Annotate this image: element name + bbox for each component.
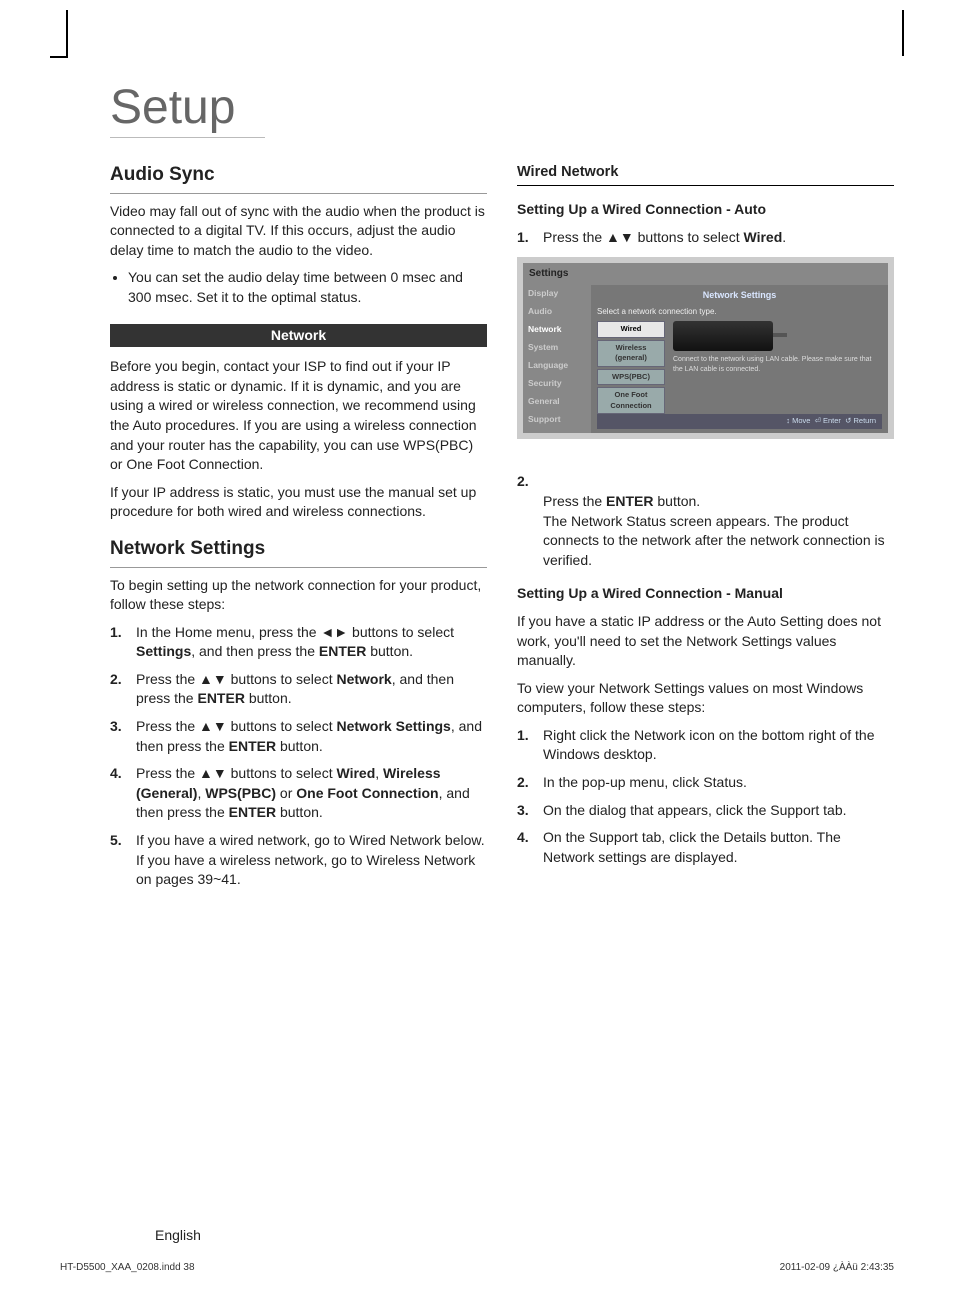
crop-mark-tl [50,10,68,58]
nav-general: General [523,393,591,411]
settings-options: Wired Wireless (general) WPS(PBC) One Fo… [597,321,665,414]
ns-step-5: 5. If you have a wired network, go to Wi… [110,831,487,890]
hint-enter-icon: ⏎ [813,416,823,425]
footer-file: HT-D5500_XAA_0208.indd 38 [60,1262,195,1273]
settings-option-desc: Connect to the network using LAN cable. … [669,321,882,414]
page: Setup Audio Sync Video may fall out of s… [0,0,954,1307]
section-bar-network: Network [110,324,487,348]
ns-step-3: 3. Press the ▲▼ buttons to select Networ… [110,717,487,756]
settings-screenshot: Settings Display Audio Network System La… [517,257,894,438]
footer-language: English [155,1227,201,1243]
nav-language: Language [523,357,591,375]
network-desc-1: Before you begin, contact your ISP to fi… [110,357,487,475]
opt-onefoot: One Foot Connection [597,387,665,414]
settings-main-title: Network Settings [597,289,882,302]
audio-delay-bullet: You can set the audio delay time between… [128,268,487,307]
nav-support: Support [523,411,591,429]
settings-window-title: Settings [523,263,888,285]
left-column: Audio Sync Video may fall out of sync wi… [110,148,487,898]
opt-wired: Wired [597,321,665,338]
settings-window: Settings Display Audio Network System La… [523,263,888,432]
nav-display: Display [523,285,591,303]
manual-steps: 1.Right click the Network icon on the bo… [517,726,894,868]
auto-step-1: 1. Press the ▲▼ buttons to select Wired. [517,228,894,248]
nav-network: Network [523,321,591,339]
ns-steps: 1. In the Home menu, press the ◄► button… [110,623,487,890]
ns-step-4: 4. Press the ▲▼ buttons to select Wired,… [110,764,487,823]
nav-audio: Audio [523,303,591,321]
manual-step-3: 3.On the dialog that appears, click the … [517,801,894,821]
ns-intro: To begin setting up the network connecti… [110,576,487,615]
footer-line: HT-D5500_XAA_0208.indd 38 2011-02-09 ¿ÀÀ… [60,1262,894,1273]
columns: Audio Sync Video may fall out of sync wi… [60,148,894,898]
ns-step-2: 2. Press the ▲▼ buttons to select Networ… [110,670,487,709]
heading-wired-network: Wired Network [517,162,894,186]
settings-options-row: Wired Wireless (general) WPS(PBC) One Fo… [597,321,882,414]
right-column: Wired Network Setting Up a Wired Connect… [517,148,894,898]
heading-wired-manual: Setting Up a Wired Connection - Manual [517,584,894,604]
opt-wireless: Wireless (general) [597,340,665,367]
hint-return-icon: ↺ [843,416,853,425]
manual-step-2: 2.In the pop-up menu, click Status. [517,773,894,793]
manual-desc-2: To view your Network Settings values on … [517,679,894,718]
manual-desc-1: If you have a static IP address or the A… [517,612,894,671]
nav-system: System [523,339,591,357]
settings-body: Display Audio Network System Language Se… [523,285,888,432]
network-desc-2: If your IP address is static, you must u… [110,483,487,522]
footer-date: 2011-02-09 ¿ÀÀü 2:43:35 [780,1262,894,1273]
opt-wps: WPS(PBC) [597,369,665,386]
audio-sync-desc: Video may fall out of sync with the audi… [110,202,487,261]
settings-nav: Display Audio Network System Language Se… [523,285,591,432]
manual-step-1: 1.Right click the Network icon on the bo… [517,726,894,765]
heading-wired-auto: Setting Up a Wired Connection - Auto [517,200,894,220]
nav-security: Security [523,375,591,393]
auto-steps: 1. Press the ▲▼ buttons to select Wired. [517,228,894,248]
settings-nav-hints: ↕ Move ⏎ Enter ↺ Return [597,414,882,429]
manual-step-4: 4.On the Support tab, click the Details … [517,828,894,867]
heading-network-settings: Network Settings [110,536,487,568]
heading-audio-sync: Audio Sync [110,162,487,194]
device-icon [673,321,773,351]
page-title: Setup [110,80,265,138]
settings-subtitle: Select a network connection type. [597,306,882,317]
ns-step-1: 1. In the Home menu, press the ◄► button… [110,623,487,662]
auto-step-2: 2. Press the ENTER button. The Network S… [517,453,894,571]
settings-main: Network Settings Select a network connec… [591,285,888,432]
auto-steps-2: 2. Press the ENTER button. The Network S… [517,453,894,571]
crop-mark-tr [902,10,904,56]
